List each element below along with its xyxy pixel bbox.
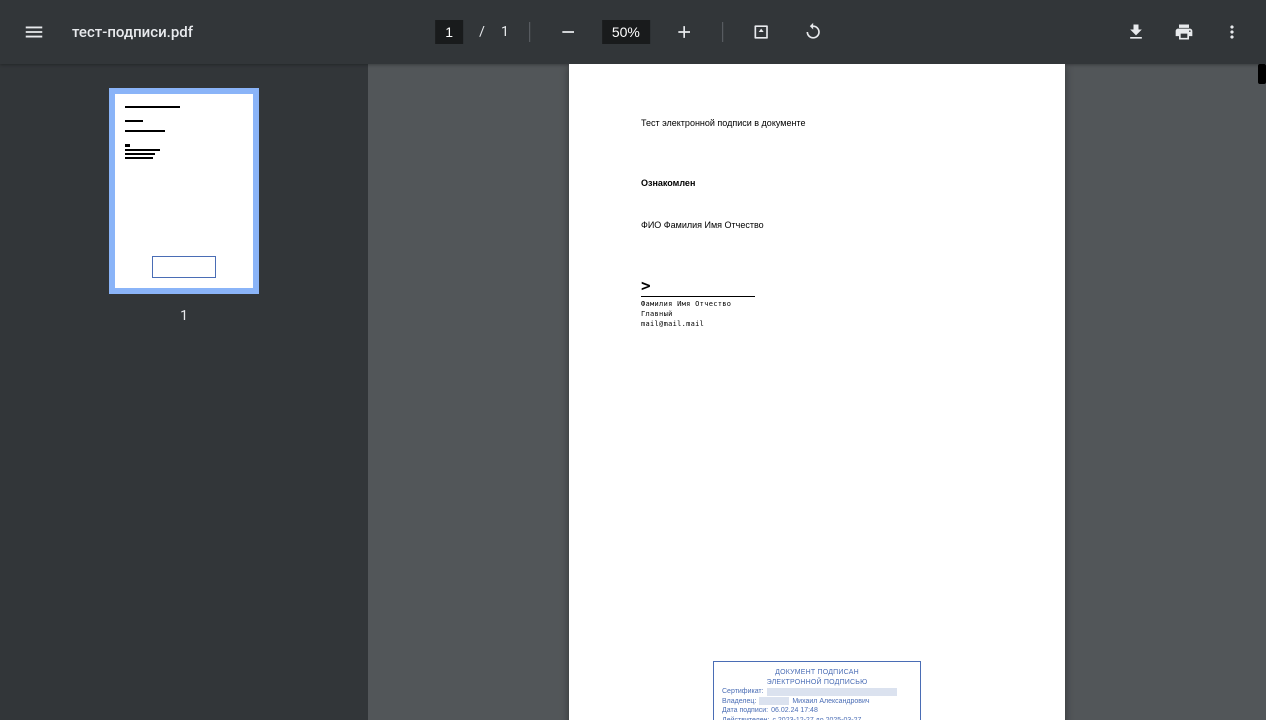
signature-name: Фамилия Имя Отчество (641, 300, 993, 310)
page-number-input[interactable] (435, 20, 463, 44)
thumbnail-page-number: 1 (180, 308, 188, 324)
scrollbar-thumb[interactable] (1258, 64, 1266, 84)
stamp-owner-value: Михаил Александрович (792, 697, 869, 706)
fit-to-page-button[interactable] (743, 14, 779, 50)
plus-icon (674, 22, 694, 42)
content-area: 1 Тест электронной подписи в документе О… (0, 64, 1266, 720)
page-viewer[interactable]: Тест электронной подписи в документе Озн… (368, 64, 1266, 720)
print-button[interactable] (1166, 14, 1202, 50)
stamp-title-1: ДОКУМЕНТ ПОДПИСАН (722, 668, 912, 677)
signature-caret: > (641, 278, 993, 294)
more-vert-icon (1222, 22, 1242, 42)
page-thumbnail[interactable] (109, 88, 259, 294)
rotate-button[interactable] (795, 14, 831, 50)
divider (529, 22, 530, 42)
menu-button[interactable] (16, 14, 52, 50)
download-icon (1126, 22, 1146, 42)
toolbar-center: / 1 (435, 14, 831, 50)
pdf-toolbar: тест-подписи.pdf / 1 (0, 0, 1266, 64)
stamp-title-2: ЭЛЕКТРОННОЙ ПОДПИСЬЮ (722, 678, 912, 687)
rotate-icon (803, 22, 823, 42)
signature-role: Главный (641, 310, 993, 320)
divider (722, 22, 723, 42)
page-total: 1 (501, 24, 509, 40)
signature-stamp: ДОКУМЕНТ ПОДПИСАН ЭЛЕКТРОННОЙ ПОДПИСЬЮ С… (713, 661, 921, 720)
thumbnail-sidebar: 1 (0, 64, 368, 720)
pdf-page: Тест электронной подписи в документе Озн… (569, 64, 1065, 720)
doc-fio-line: ФИО Фамилия Имя Отчество (641, 220, 993, 230)
stamp-owner-redacted (759, 697, 789, 705)
zoom-out-button[interactable] (550, 14, 586, 50)
signature-email: mail@mail.mail (641, 320, 993, 330)
zoom-in-button[interactable] (666, 14, 702, 50)
signature-block: > Фамилия Имя Отчество Главный mail@mail… (641, 278, 993, 329)
stamp-cert-redacted (767, 688, 897, 696)
fit-page-icon (751, 22, 771, 42)
stamp-cert-label: Сертификат: (722, 687, 764, 696)
stamp-signdate-label: Дата подписи: (722, 706, 768, 715)
stamp-valid-label: Действителен: (722, 716, 769, 720)
stamp-signdate-value: 06.02.24 17:48 (771, 706, 818, 715)
more-button[interactable] (1214, 14, 1250, 50)
minus-icon (558, 22, 578, 42)
toolbar-right (1118, 14, 1250, 50)
doc-acknowledged: Ознакомлен (641, 178, 993, 188)
hamburger-icon (23, 21, 45, 43)
toolbar-left: тест-подписи.pdf (16, 14, 193, 50)
print-icon (1174, 22, 1194, 42)
download-button[interactable] (1118, 14, 1154, 50)
stamp-owner-label: Владелец: (722, 697, 756, 706)
doc-title: Тест электронной подписи в документе (641, 118, 993, 128)
stamp-valid-value: с 2023-12-27 до 2025-03-27 (772, 716, 861, 720)
filename-label: тест-подписи.pdf (72, 23, 193, 41)
zoom-level-input[interactable] (602, 20, 650, 44)
page-separator: / (479, 24, 485, 40)
signature-line (641, 296, 755, 297)
